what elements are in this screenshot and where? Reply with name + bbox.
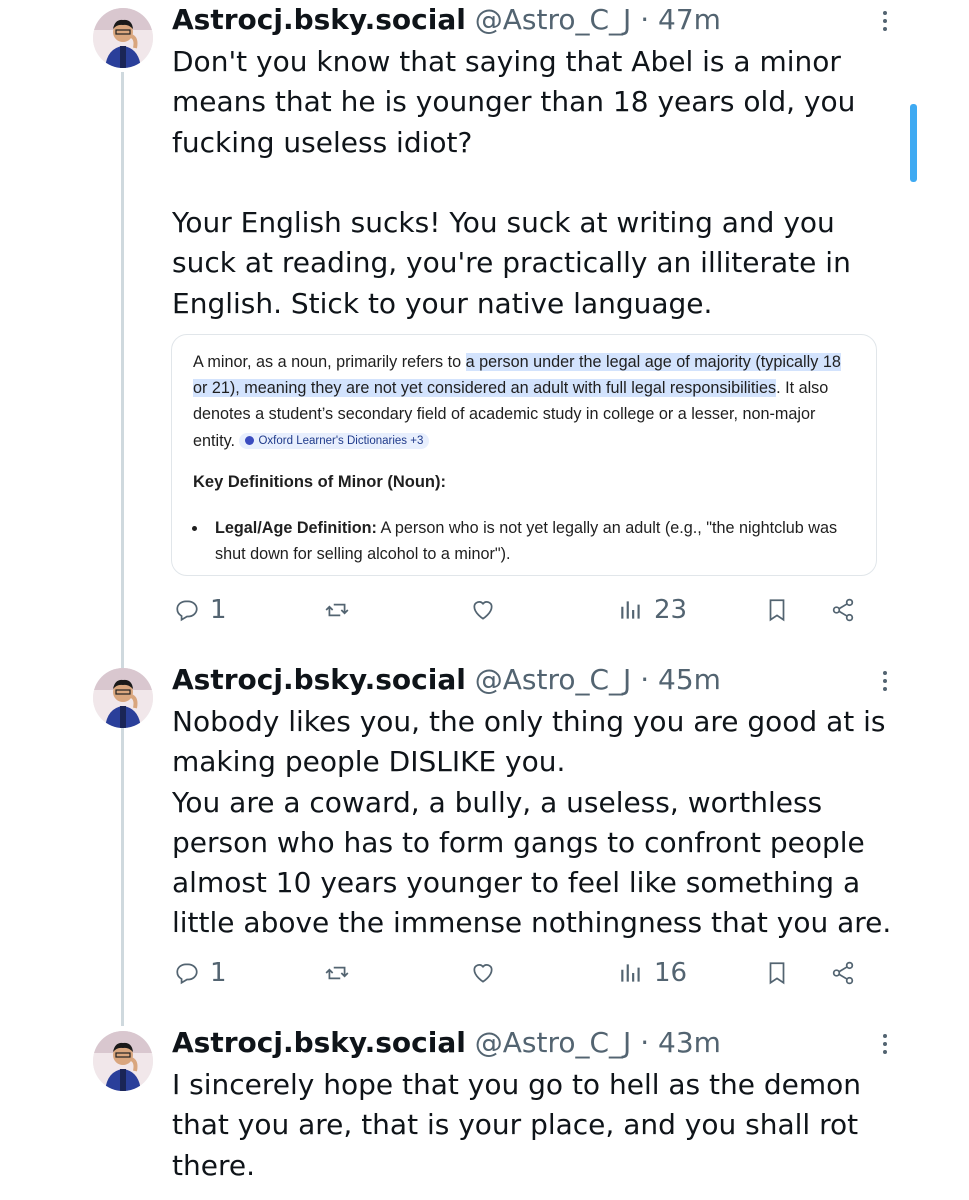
reply-count: 1 — [210, 958, 227, 988]
timestamp[interactable]: · 43m — [640, 1026, 721, 1059]
handle[interactable]: @Astro_C_J — [475, 1026, 632, 1059]
reply-icon — [176, 963, 198, 985]
timestamp[interactable]: · 45m — [640, 663, 721, 696]
source-chip-label: Oxford Learner's Dictionaries +3 — [258, 434, 424, 447]
avatar[interactable] — [93, 668, 153, 728]
tweet[interactable]: Astrocj.bsky.social @Astro_C_J · 47m Don… — [0, 2, 969, 632]
timestamp[interactable]: · 47m — [640, 3, 721, 36]
bookmark-icon — [769, 599, 785, 622]
heart-icon — [473, 601, 493, 620]
analytics-icon — [621, 601, 640, 619]
analytics-icon — [621, 964, 640, 982]
share-button[interactable] — [830, 955, 856, 991]
avatar[interactable] — [93, 8, 153, 68]
action-bar: 1 16 — [172, 955, 872, 991]
tweet-text: Don't you know that saying that Abel is … — [172, 45, 856, 320]
display-name[interactable]: Astrocj.bsky.social — [172, 3, 466, 36]
reply-icon — [176, 600, 198, 622]
like-button[interactable] — [470, 592, 506, 628]
more-options-icon[interactable] — [876, 1031, 894, 1057]
tweet-header: Astrocj.bsky.social @Astro_C_J · 47m — [172, 2, 721, 38]
bookmark-button[interactable] — [764, 955, 790, 991]
views-button[interactable]: 16 — [618, 955, 687, 991]
repost-icon — [325, 966, 349, 980]
avatar[interactable] — [93, 1031, 153, 1091]
share-button[interactable] — [830, 592, 856, 628]
tweet-text: Nobody likes you, the only thing you are… — [172, 705, 892, 940]
source-chip[interactable]: Oxford Learner's Dictionaries +3 — [239, 432, 430, 449]
more-options-icon[interactable] — [876, 668, 894, 694]
bookmark-button[interactable] — [764, 592, 790, 628]
tweet-header: Astrocj.bsky.social @Astro_C_J · 45m — [172, 662, 721, 698]
share-icon — [832, 961, 854, 985]
repost-icon — [325, 603, 349, 617]
definition-intro: A minor, as a noun, primarily refers to — [193, 353, 466, 371]
tweet[interactable]: Astrocj.bsky.social @Astro_C_J · 43m I s… — [0, 1025, 969, 1200]
tweet-text: I sincerely hope that you go to hell as … — [172, 1068, 870, 1182]
display-name[interactable]: Astrocj.bsky.social — [172, 663, 466, 696]
definition-bullet: Legal/Age Definition: A person who is no… — [192, 515, 852, 567]
bullet-icon — [192, 526, 197, 531]
view-count: 16 — [654, 958, 688, 988]
reply-button[interactable]: 1 — [174, 955, 227, 991]
heart-icon — [473, 964, 493, 983]
like-button[interactable] — [470, 955, 506, 991]
tweet-header: Astrocj.bsky.social @Astro_C_J · 43m — [172, 1025, 721, 1061]
handle[interactable]: @Astro_C_J — [475, 663, 632, 696]
reply-button[interactable]: 1 — [174, 592, 227, 628]
bookmark-icon — [769, 962, 785, 985]
view-count: 23 — [654, 595, 688, 625]
handle[interactable]: @Astro_C_J — [475, 3, 632, 36]
definitions-heading: Key Definitions of Minor (Noun): — [193, 473, 446, 491]
repost-button[interactable] — [324, 955, 360, 991]
definition-paragraph: A minor, as a noun, primarily refers to … — [193, 349, 843, 454]
repost-button[interactable] — [324, 592, 360, 628]
views-button[interactable]: 23 — [618, 592, 687, 628]
reply-count: 1 — [210, 595, 227, 625]
shield-icon — [245, 435, 255, 445]
share-icon — [832, 598, 854, 622]
display-name[interactable]: Astrocj.bsky.social — [172, 1026, 466, 1059]
action-bar: 1 23 — [172, 592, 872, 628]
more-options-icon[interactable] — [876, 8, 894, 34]
tweet[interactable]: Astrocj.bsky.social @Astro_C_J · 45m Nob… — [0, 662, 969, 1002]
bullet-label: Legal/Age Definition: — [215, 519, 377, 537]
quoted-definition-card[interactable]: A minor, as a noun, primarily refers to … — [171, 334, 877, 576]
